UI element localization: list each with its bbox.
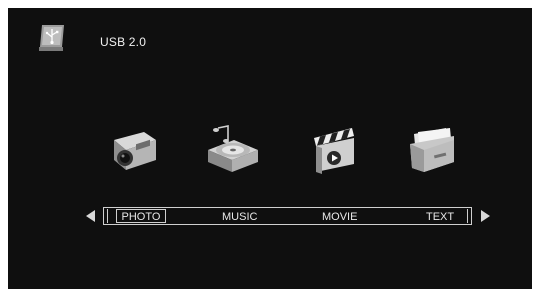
media-player-screen: USB 2.0 PHOTO MUSIC MOVIE TEXT	[8, 8, 532, 289]
device-title: USB 2.0	[100, 35, 147, 49]
usb-drive-icon	[36, 23, 68, 53]
camera-icon[interactable]	[106, 124, 162, 176]
media-type-menu: PHOTO MUSIC MOVIE TEXT	[103, 207, 472, 225]
scroll-right-arrow-icon[interactable]	[481, 210, 490, 222]
record-player-icon[interactable]	[204, 124, 260, 176]
menu-item-movie[interactable]: MOVIE	[322, 211, 357, 223]
menu-item-photo[interactable]: PHOTO	[116, 209, 166, 223]
menu-item-music[interactable]: MUSIC	[222, 211, 257, 223]
clapperboard-icon[interactable]	[308, 124, 364, 176]
scroll-left-arrow-icon[interactable]	[86, 210, 95, 222]
file-folder-icon[interactable]	[404, 124, 460, 176]
menu-item-text[interactable]: TEXT	[426, 211, 454, 223]
